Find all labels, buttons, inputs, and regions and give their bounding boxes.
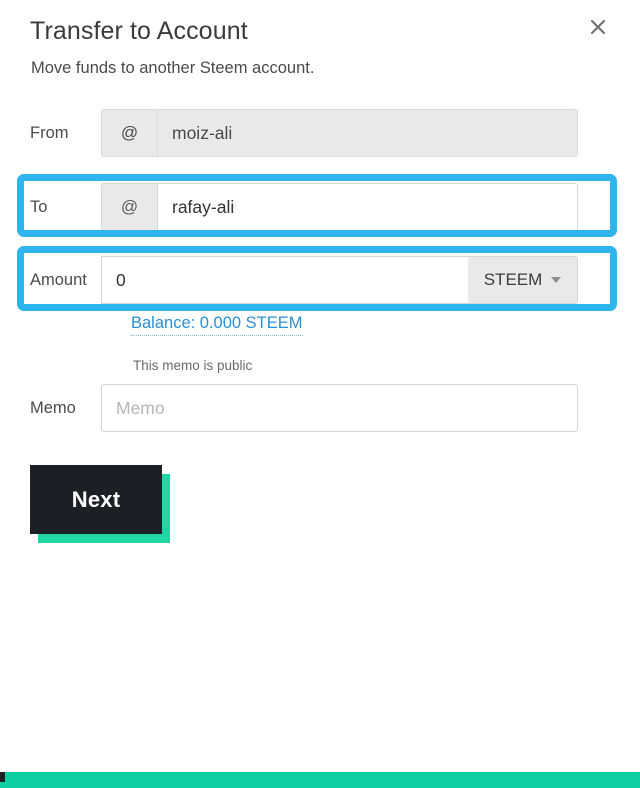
at-symbol-icon: @	[101, 183, 157, 231]
balance-link[interactable]: Balance: 0.000 STEEM	[131, 314, 303, 336]
bottom-left-marker	[0, 772, 5, 782]
transfer-to-account-modal: Transfer to Account Move funds to anothe…	[0, 0, 640, 772]
currency-dropdown[interactable]: STEEM	[468, 256, 578, 304]
currency-label: STEEM	[483, 270, 543, 289]
chevron-down-icon	[551, 277, 562, 283]
from-label: From	[30, 123, 69, 142]
amount-label: Amount	[30, 270, 87, 289]
at-symbol-icon: @	[101, 109, 157, 157]
page-title: Transfer to Account	[30, 17, 248, 45]
memo-input[interactable]	[101, 384, 578, 432]
next-button-group: Next	[30, 465, 170, 543]
memo-public-hint: This memo is public	[133, 358, 253, 373]
from-row: From @	[0, 105, 640, 161]
to-account-input[interactable]	[157, 183, 578, 231]
to-label: To	[30, 197, 48, 216]
amount-field-group: STEEM	[101, 256, 578, 304]
modal-subtitle: Move funds to another Steem account.	[31, 59, 315, 77]
memo-row: Memo	[0, 380, 640, 436]
amount-row: Amount STEEM	[0, 252, 640, 308]
to-field-group: @	[101, 183, 578, 231]
amount-input[interactable]	[101, 256, 468, 304]
close-icon	[588, 17, 608, 37]
from-account-input	[157, 109, 578, 157]
memo-label: Memo	[30, 398, 76, 417]
close-button[interactable]	[584, 13, 612, 41]
to-row: To @	[0, 179, 640, 235]
from-field-group: @	[101, 109, 578, 157]
memo-field-group	[101, 384, 578, 432]
next-button[interactable]: Next	[30, 465, 162, 534]
bottom-accent-bar	[0, 772, 640, 788]
